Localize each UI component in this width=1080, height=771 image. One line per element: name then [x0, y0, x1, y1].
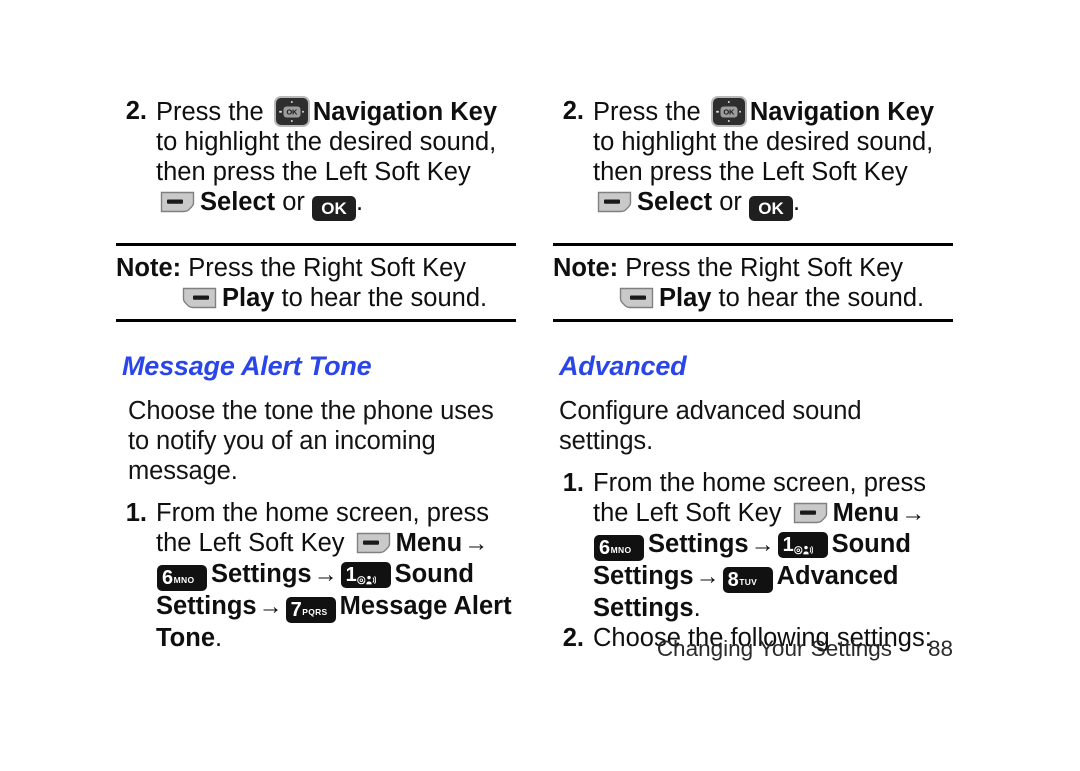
keypad-at-speaker-icon: [356, 562, 377, 595]
arrow-icon: →: [750, 531, 775, 558]
nav-dot-down: [290, 119, 294, 122]
keypad-digit: 6: [599, 537, 610, 559]
step-text-4: .: [355, 188, 364, 216]
left-soft-key-icon: [356, 531, 391, 554]
keypad-key-label-settings: Settings: [648, 530, 749, 558]
nav-dot-right: [738, 110, 742, 113]
step-text-1: Press the: [593, 98, 708, 126]
step-number: 1.: [125, 499, 147, 527]
note-body: Note: Press the Right Soft Key Play to h…: [553, 246, 953, 319]
keypad-key-7: 7PQRS: [285, 597, 336, 623]
keypad-key-1: 1: [777, 532, 828, 558]
keypad-digit: 6: [162, 567, 173, 589]
keypad-letters: MNO: [610, 545, 632, 555]
navigation-key-ok-label: OK: [283, 106, 301, 117]
nav-dot-up: [290, 101, 294, 104]
nav-dot-up: [727, 101, 731, 104]
step-terminator: .: [215, 624, 223, 652]
step-text-3: or: [275, 188, 312, 216]
right-column: 2. Press the OK Navigation Key to highlig…: [553, 96, 953, 653]
step-body: From the home screen, press the Left Sof…: [156, 498, 516, 653]
arrow-icon: →: [313, 561, 338, 588]
left-step-1: 1. From the home screen, press the Left …: [116, 498, 516, 653]
section-intro: Configure advanced sound settings.: [559, 397, 862, 455]
note-bold-1: Play: [659, 284, 712, 312]
keypad-letters: TUV: [739, 577, 758, 587]
step-body: Press the OK Navigation Key to highlight …: [593, 96, 953, 221]
step-terminator: .: [693, 594, 701, 622]
keypad-digit: 1: [782, 534, 794, 556]
note-label: Note:: [553, 254, 619, 282]
step-bold-menu: Menu: [832, 499, 900, 527]
keypad-letters: MNO: [173, 575, 195, 585]
section-heading-advanced: Advanced: [559, 351, 687, 381]
arrow-icon: →: [464, 530, 489, 557]
arrow-icon: →: [901, 500, 926, 527]
right-step-1: 1. From the home screen, press the Left …: [553, 468, 953, 623]
keypad-key-8: 8TUV: [722, 567, 773, 593]
step-number: 2.: [562, 97, 584, 125]
step-text-4: .: [792, 188, 801, 216]
right-step-2: 2. Press the OK Navigation Key to highlig…: [553, 96, 953, 221]
step-bold-1: Navigation Key: [312, 98, 498, 126]
ok-key-icon: OK: [311, 196, 356, 221]
step-number: 2.: [125, 97, 147, 125]
right-soft-key-icon: [182, 286, 217, 309]
arrow-icon: →: [258, 593, 283, 620]
keypad-at-speaker-icon: [793, 532, 814, 565]
keypad-key-6: 6MNO: [594, 535, 644, 561]
left-soft-key-icon: [597, 190, 632, 213]
note-text-2: to hear the sound.: [274, 284, 488, 312]
section-heading-message-alert-tone: Message Alert Tone: [122, 351, 372, 381]
step-text-2: to highlight the desired sound, then pre…: [593, 128, 934, 186]
step-bold-menu: Menu: [395, 529, 463, 557]
footer-page-number: 88: [927, 636, 953, 661]
step-text-3: or: [712, 188, 749, 216]
navigation-key-icon: OK: [710, 96, 747, 127]
right-note-block: Note: Press the Right Soft Key Play to h…: [553, 243, 953, 322]
section-intro: Choose the tone the phone uses to notify…: [128, 397, 494, 485]
step-body: Press the OK Navigation Key to highlight …: [156, 96, 516, 221]
note-body: Note: Press the Right Soft Key Play to h…: [116, 246, 516, 319]
left-step-2: 2. Press the OK Navigation Key to highlig…: [116, 96, 516, 221]
step-body: From the home screen, press the Left Sof…: [593, 468, 953, 623]
step-text-2: to highlight the desired sound, then pre…: [156, 128, 497, 186]
arrow-icon: →: [695, 563, 720, 590]
note-text-1: Press the Right Soft Key: [181, 254, 467, 282]
nav-dot-right: [301, 110, 305, 113]
note-rule-bottom: [553, 319, 953, 322]
keypad-key-6: 6MNO: [157, 565, 207, 591]
left-soft-key-icon: [793, 501, 828, 524]
left-soft-key-icon: [160, 190, 195, 213]
step-bold-2: Select: [637, 188, 713, 216]
left-note-block: Note: Press the Right Soft Key Play to h…: [116, 243, 516, 322]
ok-key-icon: OK: [748, 196, 793, 221]
note-label: Note:: [116, 254, 182, 282]
step-number: 1.: [562, 469, 584, 497]
navigation-key-icon: OK: [273, 96, 310, 127]
step-text-1: Press the: [156, 98, 271, 126]
navigation-key-ok-label: OK: [720, 106, 738, 117]
keypad-key-label-settings: Settings: [211, 560, 312, 588]
nav-dot-down: [727, 119, 731, 122]
note-text-2: to hear the sound.: [711, 284, 925, 312]
keypad-digit: 1: [345, 564, 357, 586]
note-rule-bottom: [116, 319, 516, 322]
nav-dot-left: [279, 110, 282, 113]
keypad-key-1: 1: [340, 562, 391, 588]
note-text-1: Press the Right Soft Key: [618, 254, 904, 282]
step-bold-1: Navigation Key: [749, 98, 935, 126]
keypad-letters: PQRS: [302, 607, 328, 617]
keypad-digit: 8: [727, 569, 739, 591]
keypad-digit: 7: [290, 599, 302, 621]
nav-dot-left: [716, 110, 719, 113]
footer-chapter: Changing Your Settings: [656, 636, 892, 661]
page-footer: Changing Your Settings 88: [553, 635, 953, 663]
left-column: 2. Press the OK Navigation Key to highlig…: [116, 96, 516, 653]
manual-page: 2. Press the OK Navigation Key to highlig…: [0, 0, 1080, 771]
right-soft-key-icon: [619, 286, 654, 309]
step-bold-2: Select: [200, 188, 276, 216]
note-bold-1: Play: [222, 284, 275, 312]
